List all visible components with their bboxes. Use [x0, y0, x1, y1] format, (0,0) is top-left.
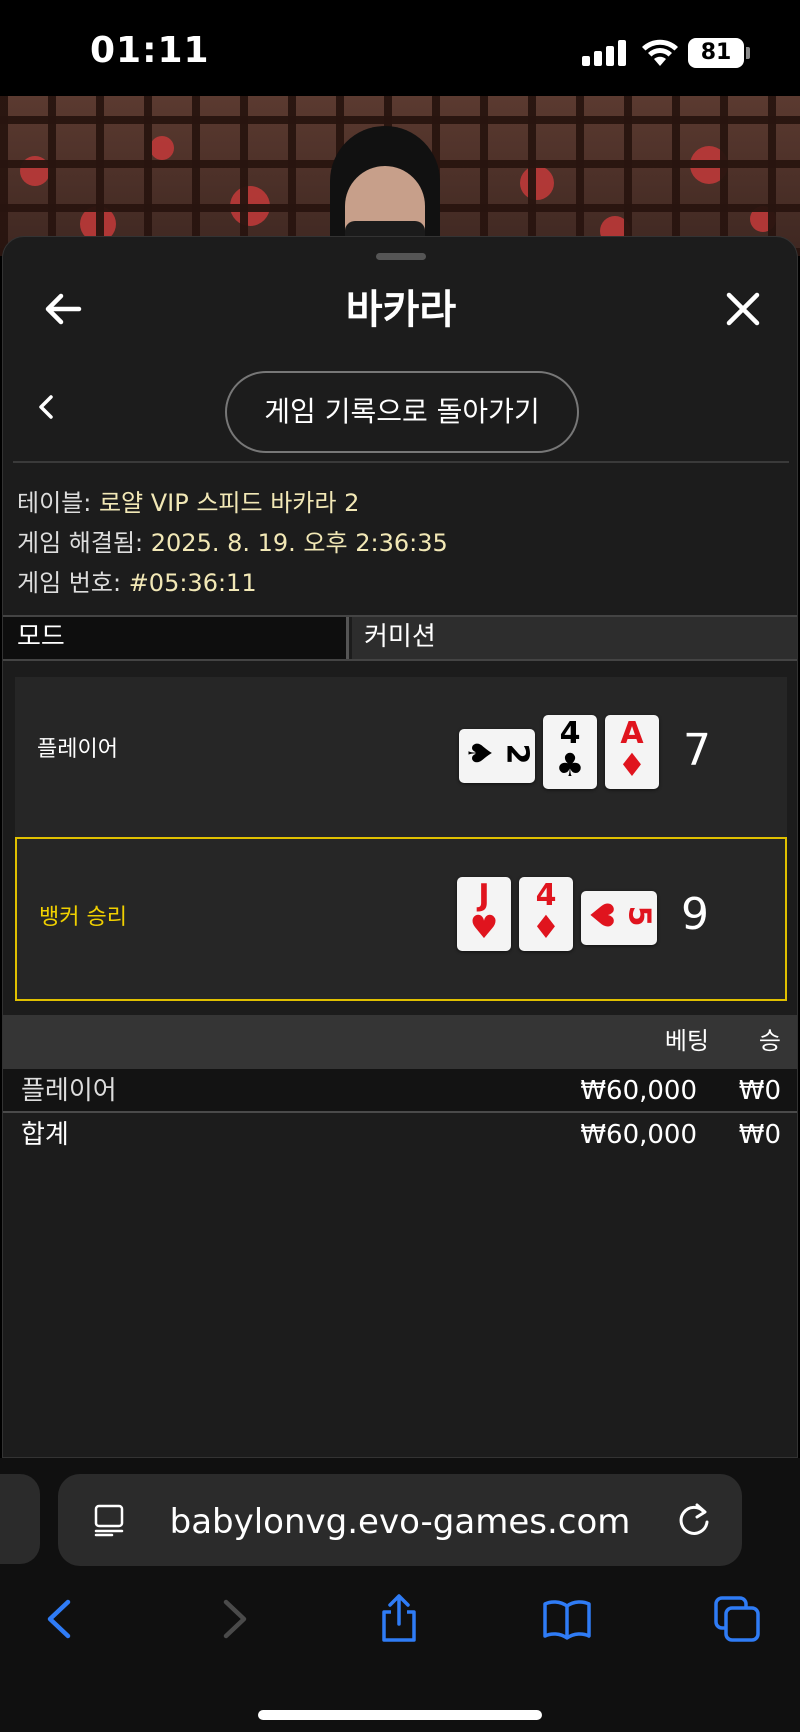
table-info: 테이블: 로얄 VIP 스피드 바카라 2 [17, 483, 359, 518]
mode-cell: 모드 [3, 617, 349, 659]
share-icon[interactable] [374, 1594, 424, 1644]
card-rank: 4 [559, 716, 581, 751]
previous-tab[interactable] [0, 1474, 40, 1564]
battery-indicator: 81 [688, 38, 744, 68]
divider [13, 461, 789, 463]
total-label: 합계 [21, 1120, 69, 1150]
tabs-icon[interactable] [712, 1594, 762, 1644]
total-bet-amount: ₩60,000 [580, 1120, 697, 1150]
card-suit: ♠ [460, 738, 499, 768]
total-win-amount: ₩0 [738, 1120, 781, 1150]
table-row: 합계 ₩60,000 ₩0 [3, 1113, 797, 1157]
card-rank: 4 [535, 878, 557, 913]
status-bar: 01:11 81 [0, 0, 800, 96]
table-label: 테이블: [17, 489, 92, 517]
home-indicator[interactable] [258, 1710, 542, 1720]
banker-hand: 뱅커 승리 J ♥ 4 ♦ ♥ 5 9 [15, 837, 787, 1001]
live-video-background [0, 96, 800, 256]
playing-card: A ♦ [605, 715, 659, 789]
card-suit: ♥ [469, 908, 499, 946]
reload-icon[interactable] [674, 1500, 714, 1540]
game-number-label: 게임 번호: [17, 569, 122, 597]
wifi-icon [642, 39, 678, 66]
card-suit: ♣ [555, 746, 585, 784]
resolved-label: 게임 해결됨: [17, 529, 144, 557]
url-text: babylonvg.evo-games.com [169, 1502, 631, 1542]
banker-win-label: 뱅커 승리 [39, 905, 127, 930]
commission-cell: 커미션 [352, 617, 797, 659]
status-time: 01:11 [90, 30, 210, 71]
chevron-left-icon[interactable] [31, 387, 61, 427]
card-rank: 2 [499, 743, 535, 765]
card-rank: J [478, 878, 490, 913]
win-amount: ₩0 [738, 1076, 781, 1106]
back-icon[interactable] [36, 1594, 86, 1644]
sheet-grabber[interactable] [376, 253, 426, 260]
game-number-value: #05:36:11 [128, 569, 257, 597]
bet-amount: ₩60,000 [580, 1076, 697, 1106]
game-history-sheet: 바카라 게임 기록으로 돌아가기 테이블: 로얄 VIP 스피드 바카라 2 게… [2, 236, 798, 1458]
game-number-info: 게임 번호: #05:36:11 [17, 563, 257, 598]
resolved-info: 게임 해결됨: 2025. 8. 19. 오후 2:36:35 [17, 523, 448, 558]
cellular-signal-icon [582, 40, 626, 66]
win-column-header: 승 [758, 1027, 781, 1055]
resolved-value: 2025. 8. 19. 오후 2:36:35 [150, 529, 448, 557]
playing-card: J ♥ [457, 877, 511, 951]
player-score: 7 [683, 725, 711, 776]
banker-score: 9 [681, 889, 709, 940]
mode-row: 모드 커미션 [3, 615, 797, 661]
table-row: 플레이어 ₩60,000 ₩0 [3, 1069, 797, 1113]
sheet-title: 바카라 [345, 287, 457, 333]
playing-card: 4 ♦ [519, 877, 573, 951]
playing-card: 4 ♣ [543, 715, 597, 789]
bet-name: 플레이어 [21, 1076, 117, 1106]
back-to-history-button[interactable]: 게임 기록으로 돌아가기 [225, 371, 579, 453]
card-suit: ♦ [531, 908, 561, 946]
browser-bottom-bar: babylonvg.evo-games.com [0, 1458, 800, 1732]
bets-table-header: 베팅 승 [3, 1015, 797, 1069]
player-hand: 플레이어 ♠ 2 4 ♣ A ♦ 7 [15, 677, 787, 837]
playing-card: ♥ 5 [581, 891, 657, 945]
card-suit: ♥ [582, 900, 621, 930]
address-bar[interactable]: babylonvg.evo-games.com [58, 1474, 742, 1566]
battery-tip [746, 47, 750, 59]
playing-card: ♠ 2 [459, 729, 535, 783]
close-icon[interactable] [721, 287, 765, 331]
bet-column-header: 베팅 [664, 1027, 709, 1055]
card-rank: 5 [621, 905, 657, 927]
forward-icon[interactable] [208, 1594, 258, 1644]
card-suit: ♦ [617, 746, 647, 784]
table-value: 로얄 VIP 스피드 바카라 2 [98, 489, 360, 517]
bookmarks-icon[interactable] [542, 1594, 592, 1644]
player-hand-label: 플레이어 [37, 737, 118, 762]
card-rank: A [620, 716, 644, 751]
